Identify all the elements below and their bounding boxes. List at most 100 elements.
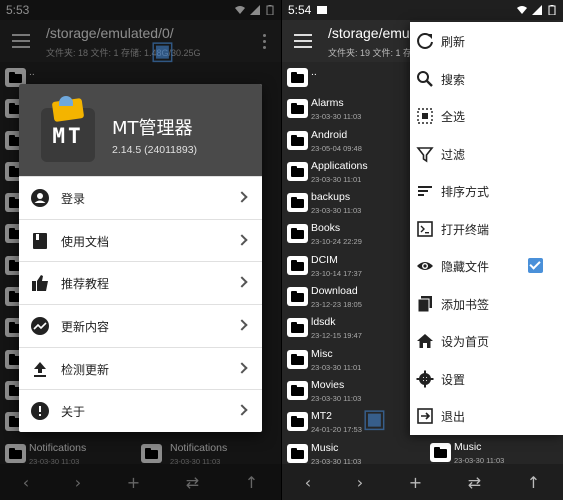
file-name: Android: [311, 128, 348, 141]
file-date: 23-03-30 11:03: [311, 393, 362, 403]
file-date: 23-05-04 09:48: [311, 143, 362, 153]
folder-icon: [287, 380, 308, 400]
hidden-files-checkbox[interactable]: [528, 258, 543, 273]
status-bar: 5:54: [282, 0, 563, 20]
refresh-icon: [417, 33, 433, 49]
file-date: 23-12-15 19:47: [311, 331, 362, 341]
menu-item-sort[interactable]: 排序方式: [410, 172, 563, 210]
menu-item-label: 设置: [441, 372, 466, 387]
up-arrow-icon[interactable]: ↑: [527, 473, 540, 492]
account-icon: [31, 189, 49, 207]
dialog-item-label: 登录: [61, 192, 86, 206]
app-name: MT管理器: [112, 118, 193, 139]
file-name: Books: [311, 222, 341, 235]
folder-icon: [287, 68, 308, 87]
dialog-item-label: 使用文档: [61, 234, 110, 249]
folder-icon: [287, 99, 308, 119]
menu-item-filter[interactable]: 过滤: [410, 135, 563, 173]
file-date: 23-10-24 22:29: [311, 237, 362, 247]
menu-item-label: 设为首页: [441, 335, 490, 349]
eye-icon: [417, 262, 433, 270]
file-name: Applications: [311, 159, 368, 172]
menu-item-refresh[interactable]: 刷新: [410, 22, 563, 60]
bookmark-icon: [417, 295, 432, 312]
menu-item-label: 退出: [441, 410, 466, 424]
file-name: MT2: [311, 410, 332, 423]
path-stats: 文件夹: 19 文件: 1 存: [328, 48, 413, 58]
swap-icon[interactable]: ⇄: [468, 473, 481, 492]
file-name: Music: [311, 441, 339, 454]
folder-icon: [287, 161, 308, 181]
menu-item-label: 排序方式: [441, 185, 490, 199]
menu-item-exit[interactable]: 退出: [410, 397, 563, 435]
dialog-item-login[interactable]: 登录: [19, 176, 262, 219]
forward-arrow-icon[interactable]: ›: [357, 473, 363, 492]
android-icon: [59, 96, 73, 106]
folder-icon: [287, 318, 308, 338]
menu-item-select-all[interactable]: 全选: [410, 97, 563, 135]
left-screen: 5:53 /storage/emulated/0/ 文件夹: 18 文件: 1 …: [0, 0, 281, 500]
menu-item-bookmark[interactable]: 添加书签: [410, 285, 563, 323]
exit-icon: [417, 408, 433, 424]
home-icon: [417, 334, 433, 348]
menu-item-label: 全选: [441, 110, 466, 124]
chevron-right-icon: [236, 234, 248, 246]
app-version: 2.14.5 (24011893): [112, 144, 198, 156]
filter-icon: [416, 146, 434, 162]
terminal-icon: [417, 220, 433, 237]
folder-icon: [287, 349, 308, 369]
image-notification-icon: [317, 6, 328, 14]
chevron-right-icon: [236, 191, 248, 203]
about-dialog: MT MT管理器 2.14.5 (24011893) 登录 使用文档 推荐教程 …: [19, 84, 262, 432]
folder-icon: [430, 443, 451, 462]
file-name: ..: [311, 66, 317, 78]
file-name: ldsdk: [311, 316, 336, 329]
chevron-right-icon: [236, 404, 248, 417]
upload-icon: [34, 361, 46, 377]
status-time: 5:54: [288, 3, 312, 17]
file-date: 23-12-23 18:05: [311, 300, 362, 310]
thumb-up-icon: [32, 275, 48, 292]
wifi-icon: [517, 6, 527, 14]
menu-item-terminal[interactable]: 打开终端: [410, 210, 563, 248]
dialog-item-label: 关于: [61, 405, 86, 420]
file-date: 23-03-30 11:03: [311, 112, 362, 122]
file-name: Alarms: [311, 97, 344, 110]
menu-item-label: 添加书签: [441, 297, 490, 312]
folder-icon: [287, 255, 308, 275]
dialog-item-tutorials[interactable]: 推荐教程: [19, 261, 262, 304]
menu-item-search[interactable]: 搜索: [410, 60, 563, 98]
info-icon: [31, 402, 49, 421]
app-logo: MT: [41, 96, 95, 162]
dialog-item-changelog[interactable]: 更新内容: [19, 304, 262, 347]
folder-icon: [287, 224, 308, 244]
folder-icon: [287, 193, 308, 213]
bottom-nav: ‹ › + ⇄ ↑: [282, 464, 563, 500]
file-name: Misc: [311, 347, 333, 360]
menu-item-label: 隐藏文件: [441, 260, 490, 274]
dialog-item-docs[interactable]: 使用文档: [19, 218, 262, 262]
menu-item-label: 过滤: [441, 147, 466, 162]
menu-item-eye[interactable]: 隐藏文件: [410, 247, 563, 285]
menu-item-home[interactable]: 设为首页: [410, 322, 563, 360]
current-path: /storage/emu: [328, 25, 410, 41]
dialog-item-about[interactable]: 关于: [19, 389, 262, 432]
chevron-right-icon: [236, 362, 248, 374]
folder-icon: [287, 287, 308, 307]
battery-icon: [548, 5, 556, 15]
dialog-item-label: 更新内容: [61, 320, 110, 335]
chevron-right-icon: [236, 319, 248, 331]
sort-icon: [418, 186, 432, 196]
folder-icon: [287, 130, 308, 150]
menu-icon[interactable]: [294, 34, 312, 48]
menu-item-settings[interactable]: 设置: [410, 360, 563, 398]
file-name: Download: [311, 285, 358, 298]
folder-icon: [287, 412, 308, 432]
dialog-item-check-update[interactable]: 检测更新: [19, 346, 262, 390]
add-icon[interactable]: +: [409, 473, 422, 492]
file-date: 23-03-30 11:03: [454, 456, 505, 465]
file-date: 23-03-30 11:01: [311, 362, 362, 372]
back-arrow-icon[interactable]: ‹: [305, 473, 311, 492]
list-item[interactable]: Music 23-03-30 11:03: [425, 437, 563, 467]
file-date: 23-03-30 11:01: [311, 174, 362, 184]
